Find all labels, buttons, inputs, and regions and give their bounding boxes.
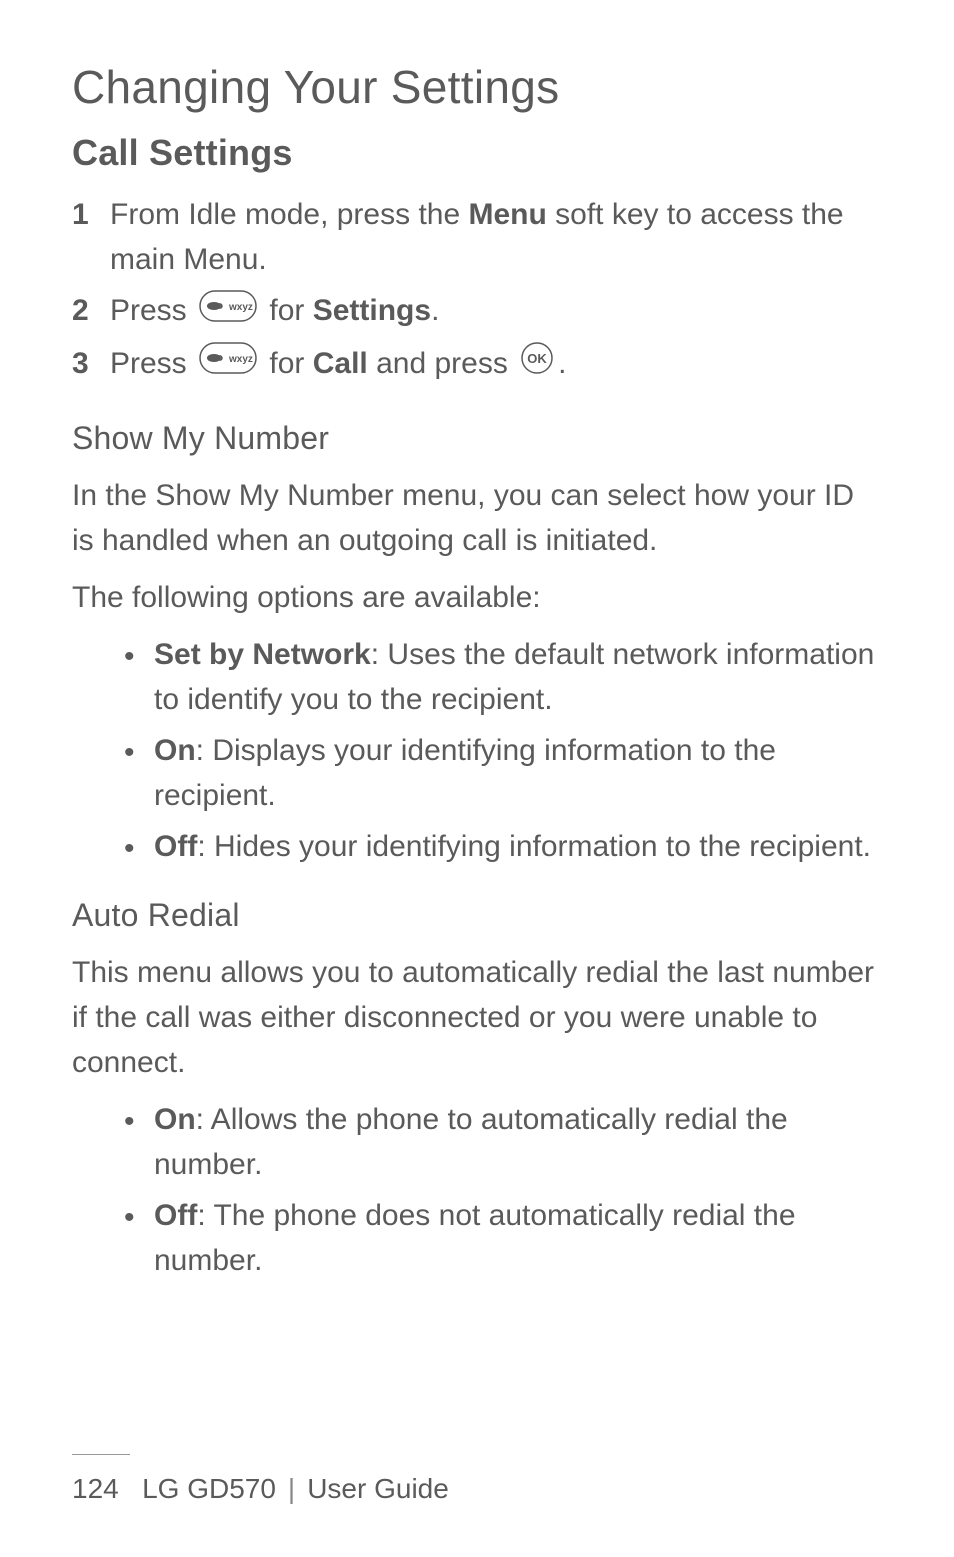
guide-label: User Guide [307, 1473, 449, 1504]
step-text: From Idle mode, press the Menu soft key … [110, 192, 882, 282]
page-title: Changing Your Settings [72, 60, 882, 114]
step-number: 1 [72, 192, 104, 237]
footer-divider [72, 1454, 130, 1455]
step-number: 2 [72, 288, 104, 333]
section-heading: Call Settings [72, 132, 882, 174]
footer-text: 124 LG GD570 | User Guide [72, 1473, 882, 1505]
svg-text:wxyz: wxyz [228, 354, 253, 365]
bullet-item: Off: The phone does not automatically re… [124, 1193, 882, 1283]
svg-text:OK: OK [527, 351, 547, 366]
step-item: 3Press wxyz for Call and press OK . [72, 341, 882, 389]
bullet-list: Set by Network: Uses the default network… [72, 632, 882, 869]
sub-heading: Auto Redial [72, 897, 882, 934]
bullet-item: On: Displays your identifying informatio… [124, 728, 882, 818]
footer-separator: | [288, 1473, 295, 1504]
svg-text:wxyz: wxyz [228, 302, 253, 313]
wxyz-key-icon: wxyz [199, 342, 257, 387]
bullet-item: Set by Network: Uses the default network… [124, 632, 882, 722]
body-paragraph: The following options are available: [72, 575, 882, 620]
steps-list: 1From Idle mode, press the Menu soft key… [72, 192, 882, 388]
step-item: 1From Idle mode, press the Menu soft key… [72, 192, 882, 282]
step-number: 3 [72, 341, 104, 386]
body-paragraph: This menu allows you to automatically re… [72, 950, 882, 1085]
ok-key-icon: OK [520, 341, 554, 388]
bullet-list: On: Allows the phone to automatically re… [72, 1097, 882, 1283]
wxyz-key-icon: wxyz [199, 290, 257, 335]
body-paragraph: In the Show My Number menu, you can sele… [72, 473, 882, 563]
step-text: Press wxyz for Settings. [110, 288, 882, 335]
page-number: 124 [72, 1473, 119, 1504]
step-text: Press wxyz for Call and press OK . [110, 341, 882, 389]
sub-heading: Show My Number [72, 420, 882, 457]
bullet-item: Off: Hides your identifying information … [124, 824, 882, 869]
page-footer: 124 LG GD570 | User Guide [72, 1454, 882, 1505]
step-item: 2Press wxyz for Settings. [72, 288, 882, 335]
device-model: LG GD570 [142, 1473, 276, 1504]
bullet-item: On: Allows the phone to automatically re… [124, 1097, 882, 1187]
